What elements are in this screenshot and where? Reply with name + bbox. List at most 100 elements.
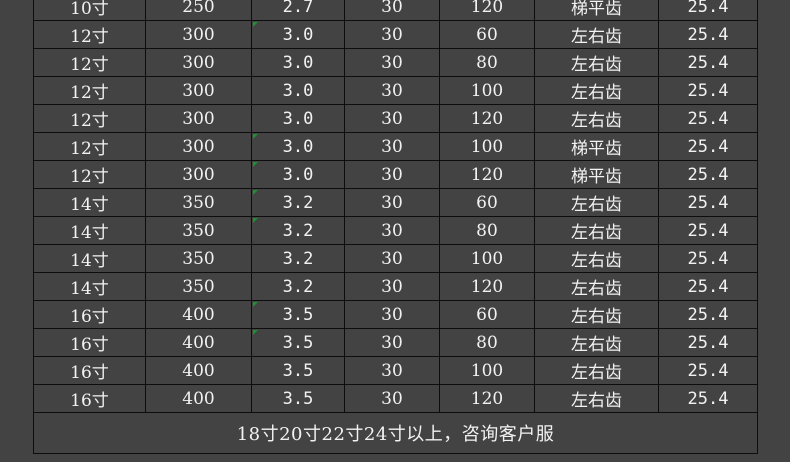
cell-tooth-type: 梯平齿 bbox=[534, 160, 659, 189]
cell-bore: 30 bbox=[344, 48, 440, 77]
cell-size: 14寸 bbox=[33, 216, 146, 245]
cell-thickness: 3.0 bbox=[251, 76, 345, 105]
table-row: 16寸 400 3.5 30 100 左右齿 25.4 bbox=[33, 356, 758, 385]
cell-bore: 30 bbox=[344, 132, 440, 161]
table-row: 12寸 300 3.0 30 80 左右齿 25.4 bbox=[33, 48, 758, 77]
cell-teeth: 120 bbox=[439, 384, 535, 413]
cell-size: 12寸 bbox=[33, 104, 146, 133]
cell-thickness: 3.2 bbox=[251, 216, 345, 245]
cell-diameter: 400 bbox=[145, 384, 252, 413]
cell-bore: 30 bbox=[344, 328, 440, 357]
cell-teeth: 120 bbox=[439, 0, 535, 21]
cell-bore-size: 25.4 bbox=[658, 0, 758, 21]
cell-teeth: 100 bbox=[439, 356, 535, 385]
cell-thickness: 3.0 bbox=[251, 104, 345, 133]
cell-teeth: 120 bbox=[439, 104, 535, 133]
cell-bore: 30 bbox=[344, 20, 440, 49]
cell-bore-size: 25.4 bbox=[658, 216, 758, 245]
cell-tooth-type: 梯平齿 bbox=[534, 132, 659, 161]
cell-thickness: 3.5 bbox=[251, 384, 345, 413]
spec-sheet: 10寸 250 2.7 30 120 梯平齿 25.4 12寸 300 3.0 30 60 左右齿 25.… bbox=[33, 0, 758, 462]
footer-note: 18寸20寸22寸24寸以上，咨询客户服 bbox=[33, 412, 758, 454]
table-row: 14寸 350 3.2 30 60 左右齿 25.4 bbox=[33, 188, 758, 217]
cell-diameter: 400 bbox=[145, 328, 252, 357]
cell-bore-size: 25.4 bbox=[658, 272, 758, 301]
cell-size: 10寸 bbox=[33, 0, 146, 21]
cell-size: 12寸 bbox=[33, 76, 146, 105]
cell-thickness: 3.0 bbox=[251, 132, 345, 161]
cell-thickness: 3.0 bbox=[251, 48, 345, 77]
cell-diameter: 300 bbox=[145, 160, 252, 189]
cell-bore-size: 25.4 bbox=[658, 300, 758, 329]
cell-teeth: 60 bbox=[439, 300, 535, 329]
cell-diameter: 300 bbox=[145, 104, 252, 133]
cell-tooth-type: 左右齿 bbox=[534, 76, 659, 105]
cell-tooth-type: 左右齿 bbox=[534, 244, 659, 273]
cell-size: 12寸 bbox=[33, 132, 146, 161]
cell-diameter: 300 bbox=[145, 76, 252, 105]
cell-thickness: 3.0 bbox=[251, 160, 345, 189]
cell-thickness: 2.7 bbox=[251, 0, 345, 21]
cell-teeth: 80 bbox=[439, 328, 535, 357]
spec-table-body: 10寸 250 2.7 30 120 梯平齿 25.4 12寸 300 3.0 30 60 左右齿 25.… bbox=[33, 0, 758, 413]
cell-thickness: 3.5 bbox=[251, 356, 345, 385]
cell-tooth-type: 左右齿 bbox=[534, 104, 659, 133]
cell-bore: 30 bbox=[344, 160, 440, 189]
cell-size: 14寸 bbox=[33, 272, 146, 301]
cell-tooth-type: 左右齿 bbox=[534, 20, 659, 49]
cell-bore-size: 25.4 bbox=[658, 188, 758, 217]
cell-bore-size: 25.4 bbox=[658, 20, 758, 49]
cell-tooth-type: 左右齿 bbox=[534, 272, 659, 301]
table-row: 12寸 300 3.0 30 60 左右齿 25.4 bbox=[33, 20, 758, 49]
cell-diameter: 300 bbox=[145, 132, 252, 161]
cell-size: 16寸 bbox=[33, 328, 146, 357]
cell-bore: 30 bbox=[344, 300, 440, 329]
cell-bore-size: 25.4 bbox=[658, 48, 758, 77]
cell-bore: 30 bbox=[344, 104, 440, 133]
cell-size: 12寸 bbox=[33, 48, 146, 77]
table-row: 16寸 400 3.5 30 60 左右齿 25.4 bbox=[33, 300, 758, 329]
cell-bore: 30 bbox=[344, 356, 440, 385]
cell-teeth: 80 bbox=[439, 48, 535, 77]
cell-bore-size: 25.4 bbox=[658, 76, 758, 105]
cell-thickness: 3.5 bbox=[251, 328, 345, 357]
table-row: 12寸 300 3.0 30 100 梯平齿 25.4 bbox=[33, 132, 758, 161]
cell-tooth-type: 左右齿 bbox=[534, 188, 659, 217]
table-row: 16寸 400 3.5 30 80 左右齿 25.4 bbox=[33, 328, 758, 357]
cell-size: 16寸 bbox=[33, 384, 146, 413]
cell-bore: 30 bbox=[344, 272, 440, 301]
table-row: 14寸 350 3.2 30 100 左右齿 25.4 bbox=[33, 244, 758, 273]
cell-thickness: 3.2 bbox=[251, 272, 345, 301]
cell-tooth-type: 左右齿 bbox=[534, 384, 659, 413]
cell-tooth-type: 左右齿 bbox=[534, 216, 659, 245]
cell-tooth-type: 左右齿 bbox=[534, 356, 659, 385]
cell-teeth: 80 bbox=[439, 216, 535, 245]
cell-bore: 30 bbox=[344, 244, 440, 273]
cell-size: 16寸 bbox=[33, 300, 146, 329]
table-row: 14寸 350 3.2 30 120 左右齿 25.4 bbox=[33, 272, 758, 301]
cell-bore-size: 25.4 bbox=[658, 328, 758, 357]
cell-teeth: 100 bbox=[439, 132, 535, 161]
cell-tooth-type: 左右齿 bbox=[534, 328, 659, 357]
cell-thickness: 3.2 bbox=[251, 188, 345, 217]
cell-diameter: 300 bbox=[145, 48, 252, 77]
cell-bore-size: 25.4 bbox=[658, 384, 758, 413]
cell-bore-size: 25.4 bbox=[658, 160, 758, 189]
cell-diameter: 350 bbox=[145, 188, 252, 217]
footer-row: 18寸20寸22寸24寸以上，咨询客户服 bbox=[33, 412, 758, 454]
cell-teeth: 100 bbox=[439, 76, 535, 105]
cell-teeth: 60 bbox=[439, 20, 535, 49]
cell-teeth: 100 bbox=[439, 244, 535, 273]
table-row: 12寸 300 3.0 30 100 左右齿 25.4 bbox=[33, 76, 758, 105]
cell-bore: 30 bbox=[344, 188, 440, 217]
cell-thickness: 3.2 bbox=[251, 244, 345, 273]
cell-diameter: 350 bbox=[145, 272, 252, 301]
table-row: 16寸 400 3.5 30 120 左右齿 25.4 bbox=[33, 384, 758, 413]
table-row: 12寸 300 3.0 30 120 左右齿 25.4 bbox=[33, 104, 758, 133]
cell-size: 14寸 bbox=[33, 244, 146, 273]
table-row: 12寸 300 3.0 30 120 梯平齿 25.4 bbox=[33, 160, 758, 189]
table-row: 14寸 350 3.2 30 80 左右齿 25.4 bbox=[33, 216, 758, 245]
cell-teeth: 120 bbox=[439, 160, 535, 189]
saw-blade-spec-table: 10寸 250 2.7 30 120 梯平齿 25.4 12寸 300 3.0 30 60 左右齿 25.… bbox=[33, 0, 758, 454]
cell-tooth-type: 左右齿 bbox=[534, 300, 659, 329]
